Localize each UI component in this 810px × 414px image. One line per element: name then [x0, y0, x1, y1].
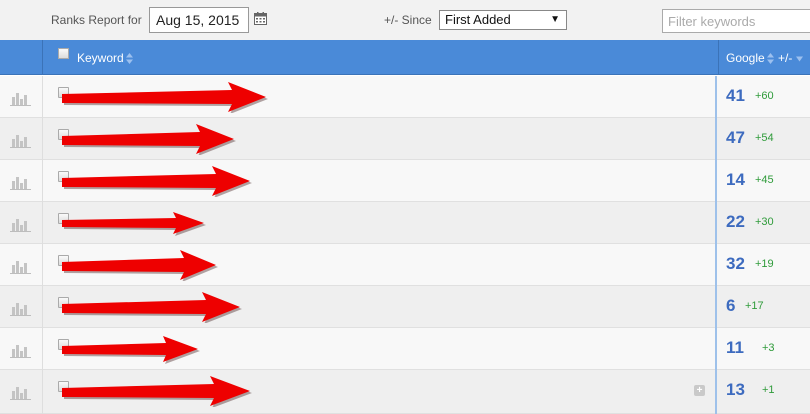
table-row[interactable]: + 13 +1 [0, 370, 810, 414]
redaction-arrow [62, 166, 252, 197]
table-row[interactable]: 6 +17 [0, 286, 810, 328]
bar-chart-icon[interactable] [10, 343, 31, 358]
calendar-icon[interactable] [254, 12, 267, 25]
since-select[interactable]: First Added ▼ [439, 10, 567, 30]
table-row[interactable]: 14 +45 [0, 160, 810, 202]
rank-column-indicator [715, 76, 717, 118]
column-divider [42, 76, 43, 118]
rank-change: +1 [762, 384, 775, 396]
report-date-input[interactable] [149, 7, 249, 33]
rank-change: +17 [745, 300, 764, 312]
column-divider [42, 286, 43, 328]
bar-chart-icon[interactable] [10, 91, 31, 106]
plus-icon[interactable]: + [694, 385, 705, 396]
since-select-value: First Added [445, 12, 511, 27]
redaction-arrow [62, 124, 236, 155]
rank-column-indicator [715, 202, 717, 244]
bar-chart-icon[interactable] [10, 385, 31, 400]
redaction-arrow [62, 376, 252, 407]
redaction-arrow [62, 82, 268, 113]
redaction-arrow [62, 292, 242, 323]
sort-desc-icon[interactable] [796, 56, 803, 62]
table-row[interactable]: 32 +19 [0, 244, 810, 286]
since-label: +/- Since [384, 13, 432, 27]
google-rank: 41 [726, 86, 745, 105]
rank-column-indicator [715, 118, 717, 160]
table-row[interactable]: 47 +54 [0, 118, 810, 160]
google-rank: 22 [726, 212, 745, 231]
table-row[interactable]: 41 +60 [0, 76, 810, 118]
rank-change: +60 [755, 90, 774, 102]
rank-column-indicator [715, 244, 717, 286]
bar-chart-icon[interactable] [10, 133, 31, 148]
header-divider [42, 40, 43, 75]
rank-column-indicator [715, 286, 717, 328]
google-rank: 47 [726, 128, 745, 147]
bar-chart-icon[interactable] [10, 301, 31, 316]
change-column-header[interactable]: +/- [778, 51, 792, 65]
caret-down-icon: ▼ [550, 14, 560, 25]
google-rank: 14 [726, 170, 745, 189]
google-rank: 13 [726, 380, 745, 399]
redaction-arrow [62, 250, 218, 281]
filter-keywords-input[interactable] [662, 9, 810, 33]
bar-chart-icon[interactable] [10, 175, 31, 190]
rank-change: +3 [762, 342, 775, 354]
bar-chart-icon[interactable] [10, 217, 31, 232]
redaction-arrow [62, 336, 200, 364]
column-divider [42, 160, 43, 202]
keyword-column-header[interactable]: Keyword [77, 51, 124, 65]
google-rank: 32 [726, 254, 745, 273]
google-column-header[interactable]: Google [726, 51, 765, 65]
column-divider [42, 370, 43, 414]
column-divider [42, 202, 43, 244]
google-rank: 6 [726, 296, 736, 315]
table-row[interactable]: 11 +3 [0, 328, 810, 370]
header-divider [718, 40, 719, 75]
rank-change: +19 [755, 258, 774, 270]
rank-change: +30 [755, 216, 774, 228]
sort-icon[interactable] [767, 53, 774, 64]
rank-column-indicator [715, 328, 717, 370]
bar-chart-icon[interactable] [10, 259, 31, 274]
column-divider [42, 328, 43, 370]
rank-change: +45 [755, 174, 774, 186]
column-divider [42, 118, 43, 160]
table-row[interactable]: 22 +30 [0, 202, 810, 244]
table-header: Keyword Google +/- [0, 40, 810, 75]
select-all-checkbox[interactable] [58, 48, 69, 59]
rank-column-indicator [715, 160, 717, 202]
rank-change: +54 [755, 132, 774, 144]
google-rank: 11 [726, 338, 744, 357]
column-divider [42, 244, 43, 286]
redaction-arrow [62, 212, 206, 236]
sort-icon[interactable] [126, 53, 133, 64]
ranks-report-label: Ranks Report for [51, 13, 142, 27]
rank-column-indicator [715, 370, 717, 414]
report-toolbar: Ranks Report for +/- Since First Added ▼ [0, 0, 810, 40]
